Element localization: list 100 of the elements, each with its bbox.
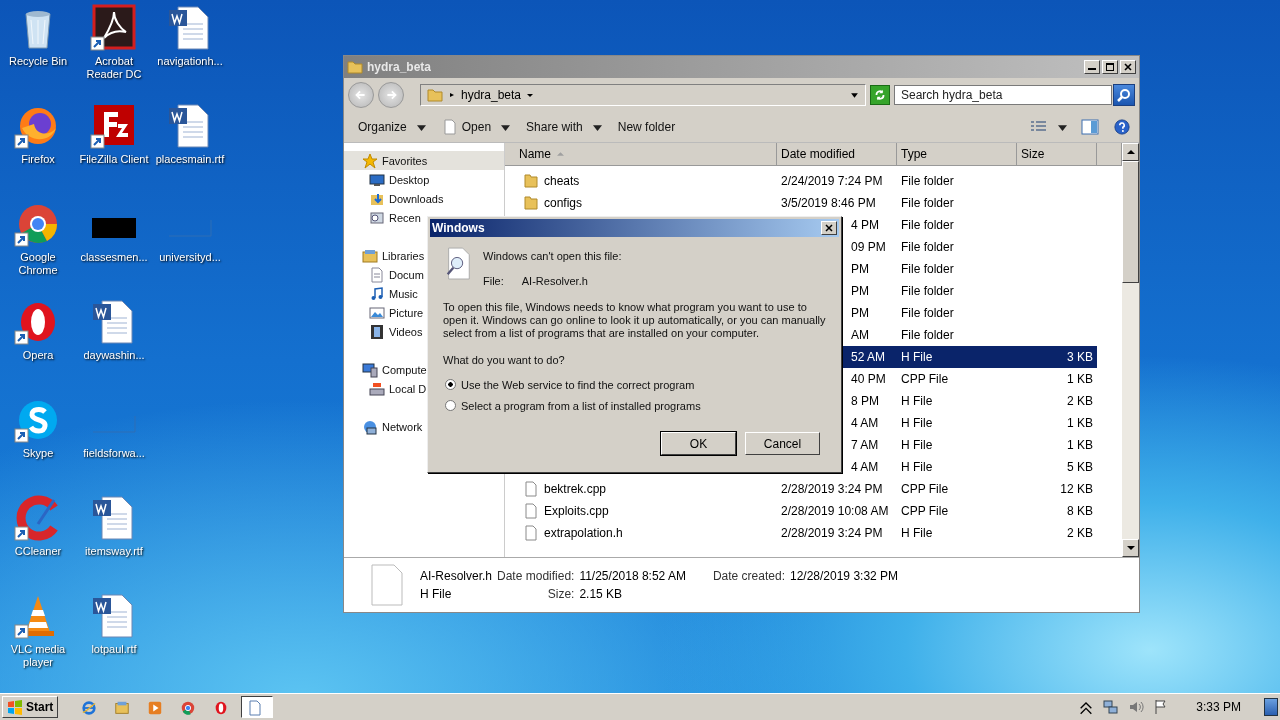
- table-cell: CPP File: [901, 482, 949, 496]
- toolbar-button[interactable]: Open: [435, 117, 517, 137]
- icon-label[interactable]: Firefox: [1, 153, 75, 166]
- field-label: Date created:: [712, 569, 785, 583]
- pdf-app-icon[interactable]: [90, 4, 138, 52]
- dialog-button[interactable]: OK: [661, 432, 736, 455]
- table-cell: 2 KB: [1067, 394, 1093, 408]
- pictures-icon: [369, 304, 385, 321]
- nav-item[interactable]: Music: [344, 284, 504, 303]
- table-cell: 1 KB: [1067, 372, 1093, 386]
- table-cell: CPP File: [901, 372, 949, 386]
- table-cell: H File: [901, 438, 933, 452]
- file-name[interactable]: cheats: [544, 174, 580, 188]
- icon-label[interactable]: Acrobat Reader DC: [77, 55, 151, 81]
- dialog-title: Windows: [432, 221, 485, 235]
- scrollbar[interactable]: [1122, 143, 1139, 557]
- search-field[interactable]: Search hydra_beta: [894, 85, 1112, 105]
- column-header[interactable]: Date modified: [777, 143, 897, 166]
- field-value: 2.15 KB: [579, 587, 624, 601]
- table-cell: PM: [851, 284, 869, 298]
- column-header[interactable]: Type: [897, 143, 1017, 166]
- caret-icon: [416, 122, 426, 132]
- network-icon[interactable]: [1103, 699, 1120, 715]
- taskbar-button[interactable]: [241, 696, 274, 718]
- folder-icon: [523, 195, 539, 211]
- table-cell: File folder: [901, 174, 954, 188]
- caret-icon[interactable]: [526, 91, 535, 99]
- table-cell: 2/24/2019 7:24 PM: [781, 174, 883, 188]
- radio-option[interactable]: Select a program from a list of installed programs: [443, 395, 827, 416]
- icon-label[interactable]: universityd...: [153, 251, 227, 264]
- field-label: Date modified:: [497, 569, 575, 583]
- icon-label[interactable]: FileZilla Client: [77, 153, 151, 166]
- table-cell: H File: [901, 394, 933, 408]
- file-name[interactable]: Exploits.cpp: [544, 504, 609, 518]
- down-arrow-icon[interactable]: [1126, 545, 1135, 551]
- show-desktop-button[interactable]: [1264, 698, 1278, 716]
- address-field[interactable]: hydra_beta: [420, 84, 866, 106]
- sort-arrow-icon: [557, 151, 564, 157]
- file-name[interactable]: bektrek.cpp: [544, 482, 607, 496]
- search-button[interactable]: [1113, 84, 1135, 106]
- table-cell: 3 KB: [1067, 350, 1093, 364]
- table-cell: File folder: [901, 196, 954, 210]
- table-cell: File folder: [901, 284, 954, 298]
- table-cell: 2/28/2019 3:24 PM: [781, 482, 883, 496]
- music-note-icon: [369, 285, 385, 302]
- file-icon: [441, 119, 458, 135]
- icon-label[interactable]: placesmain.rtf: [153, 153, 227, 166]
- table-cell: 09 PM: [851, 240, 886, 254]
- caret-icon[interactable]: [448, 91, 456, 99]
- start-button[interactable]: Start: [2, 696, 59, 718]
- table-cell: File folder: [901, 262, 954, 276]
- icon-label[interactable]: Recycle Bin: [1, 55, 75, 68]
- toolbar-button[interactable]: Organize: [352, 118, 432, 136]
- clock[interactable]: 3:33 PM: [1196, 700, 1241, 714]
- help-icon[interactable]: [1113, 119, 1131, 135]
- toolbar-button[interactable]: New folder: [611, 118, 682, 136]
- minimize-button[interactable]: [1084, 60, 1100, 74]
- volume-icon[interactable]: [1128, 699, 1145, 715]
- radio-option[interactable]: Use the Web service to find the correct program: [443, 374, 827, 395]
- table-cell: 40 PM: [851, 372, 886, 386]
- preview-pane-icon[interactable]: [1081, 119, 1099, 135]
- icon-label[interactable]: daywashin...: [77, 349, 151, 362]
- table-cell: 52 AM: [851, 350, 886, 364]
- field-value: 11/25/2018 8:52 AM: [579, 569, 686, 583]
- dropdown-arrow-icon[interactable]: [850, 90, 859, 100]
- icon-label[interactable]: classesmen...: [77, 251, 151, 264]
- back-button[interactable]: [348, 82, 374, 108]
- toolbar-button[interactable]: Share with: [520, 118, 608, 136]
- close-button[interactable]: [1120, 60, 1136, 74]
- forward-button[interactable]: [378, 82, 404, 108]
- breadcrumb-item[interactable]: hydra_beta: [461, 88, 522, 102]
- table-cell: 2 KB: [1067, 526, 1093, 540]
- icon-label[interactable]: navigationh...: [153, 55, 227, 68]
- icon-label[interactable]: Opera: [1, 349, 75, 362]
- table-cell: CPP File: [901, 504, 949, 518]
- nav-item[interactable]: Favorites: [344, 151, 504, 170]
- table-cell: 3/5/2019 8:46 PM: [781, 196, 876, 210]
- icon-label[interactable]: Skype: [1, 447, 75, 460]
- star-icon: [362, 152, 378, 169]
- table-cell: H File: [901, 350, 933, 364]
- table-cell: 4 AM: [851, 416, 879, 430]
- icon-label[interactable]: Google Chrome: [1, 251, 75, 277]
- nav-item[interactable]: Network: [344, 417, 504, 436]
- refresh-button[interactable]: [870, 85, 890, 105]
- column-header[interactable]: Size: [1017, 143, 1097, 166]
- file-name[interactable]: configs: [544, 196, 583, 210]
- up-arrow-icon[interactable]: [1126, 149, 1135, 155]
- column-header[interactable]: Name: [505, 143, 777, 166]
- table-cell: File folder: [901, 328, 954, 342]
- nav-item[interactable]: Downloads: [344, 189, 504, 208]
- library-icon: [362, 247, 378, 264]
- ring-app-icon: [180, 699, 197, 717]
- nav-item[interactable]: Desktop: [344, 170, 504, 189]
- close-button[interactable]: [821, 221, 837, 235]
- dialog-button[interactable]: Cancel: [745, 432, 820, 455]
- table-cell: 2/28/2019 3:24 PM: [781, 526, 883, 540]
- file-name[interactable]: extrapolation.h: [544, 526, 623, 540]
- maximize-button[interactable]: [1102, 60, 1118, 74]
- icon-label[interactable]: fieldsforwa...: [77, 447, 151, 460]
- caret-icon[interactable]: [1058, 122, 1067, 132]
